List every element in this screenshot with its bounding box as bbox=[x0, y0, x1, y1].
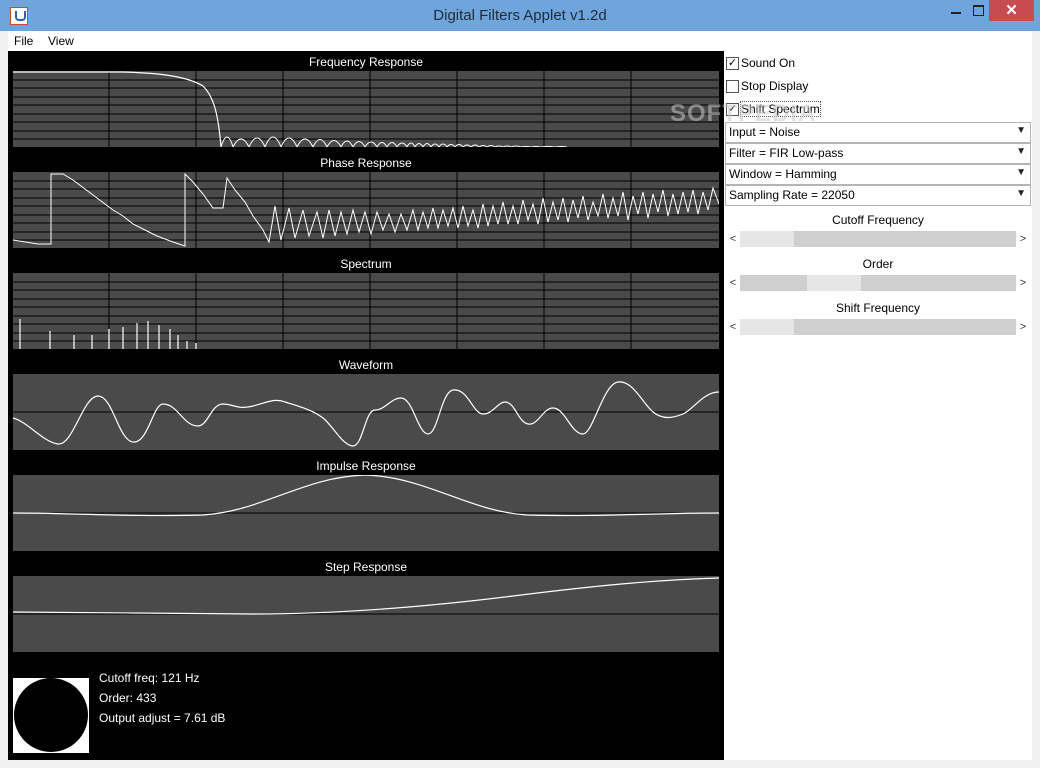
arrow-left-icon[interactable]: < bbox=[726, 319, 740, 335]
chevron-down-icon: ▼ bbox=[1016, 125, 1026, 136]
cutoff-readout: Cutoff freq: 121 Hz bbox=[99, 671, 200, 685]
waveform-graph bbox=[13, 381, 719, 447]
watermark-logo: SOFTPEDIA bbox=[670, 100, 817, 127]
menu-bar: File View bbox=[8, 31, 1032, 51]
step-response-graph bbox=[13, 577, 719, 615]
title-bar[interactable]: Digital Filters Applet v1.2d ✕ bbox=[0, 0, 1040, 31]
arrow-left-icon[interactable]: < bbox=[726, 231, 740, 247]
waveform-plot bbox=[13, 374, 719, 450]
step-response-title: Step Response bbox=[324, 560, 408, 574]
checkbox-checked-icon[interactable]: ✓ bbox=[726, 57, 739, 70]
maximize-button[interactable] bbox=[969, 0, 989, 21]
filter-select-value: Filter = FIR Low-pass bbox=[729, 146, 844, 160]
window-title: Digital Filters Applet v1.2d bbox=[433, 7, 607, 24]
impulse-response-plot bbox=[13, 475, 719, 551]
minimize-button[interactable] bbox=[943, 0, 969, 21]
impulse-response-graph bbox=[13, 475, 719, 517]
sound-on-label: Sound On bbox=[741, 56, 796, 70]
order-label: Order bbox=[862, 257, 894, 271]
lissajous-scope bbox=[13, 678, 89, 753]
output-adjust-readout: Output adjust = 7.61 dB bbox=[99, 711, 226, 725]
plots-panel: Frequency Response Phase Response Spectr… bbox=[8, 51, 724, 760]
maximize-icon bbox=[973, 5, 984, 16]
slider-track[interactable] bbox=[740, 319, 1016, 335]
phase-response-title: Phase Response bbox=[320, 156, 412, 170]
chevron-down-icon: ▼ bbox=[1016, 188, 1026, 199]
filter-select[interactable]: Filter = FIR Low-pass ▼ bbox=[725, 143, 1031, 164]
waveform-title: Waveform bbox=[338, 358, 394, 372]
sampling-rate-select[interactable]: Sampling Rate = 22050 ▼ bbox=[725, 185, 1031, 206]
slider-thumb[interactable] bbox=[740, 319, 794, 335]
menu-file[interactable]: File bbox=[14, 34, 33, 48]
frequency-response-plot bbox=[13, 71, 719, 147]
cutoff-frequency-slider[interactable]: < > bbox=[726, 231, 1030, 247]
arrow-right-icon[interactable]: > bbox=[1016, 319, 1030, 335]
chevron-down-icon: ▼ bbox=[1016, 146, 1026, 157]
sampling-rate-value: Sampling Rate = 22050 bbox=[729, 188, 855, 202]
spectrum-plot bbox=[13, 273, 719, 349]
control-panel: ✓ Sound On Stop Display ✓ Shift Spectrum… bbox=[724, 51, 1032, 760]
chevron-down-icon: ▼ bbox=[1016, 167, 1026, 178]
spectrum-title: Spectrum bbox=[340, 257, 392, 271]
slider-thumb[interactable] bbox=[807, 275, 861, 291]
window-select-value: Window = Hamming bbox=[729, 167, 837, 181]
impulse-response-title: Impulse Response bbox=[316, 459, 416, 473]
frequency-response-title: Frequency Response bbox=[308, 55, 424, 69]
cutoff-frequency-label: Cutoff Frequency bbox=[832, 213, 924, 227]
slider-thumb[interactable] bbox=[740, 231, 794, 247]
order-readout: Order: 433 bbox=[99, 691, 157, 705]
shift-frequency-label: Shift Frequency bbox=[835, 301, 921, 315]
scope-display bbox=[14, 678, 88, 752]
window-select[interactable]: Window = Hamming ▼ bbox=[725, 164, 1031, 185]
app-window: Digital Filters Applet v1.2d ✕ File View… bbox=[0, 0, 1040, 768]
stop-display-label: Stop Display bbox=[741, 79, 809, 93]
close-icon: ✕ bbox=[1005, 2, 1018, 19]
slider-track[interactable] bbox=[740, 231, 1016, 247]
phase-response-graph bbox=[13, 172, 719, 248]
slider-track[interactable] bbox=[740, 275, 1016, 291]
frequency-response-graph bbox=[13, 71, 719, 147]
phase-response-plot bbox=[13, 172, 719, 248]
shift-frequency-slider[interactable]: < > bbox=[726, 319, 1030, 335]
arrow-right-icon[interactable]: > bbox=[1016, 275, 1030, 291]
checkbox-unchecked-icon[interactable] bbox=[726, 80, 739, 93]
order-slider[interactable]: < > bbox=[726, 275, 1030, 291]
arrow-left-icon[interactable]: < bbox=[726, 275, 740, 291]
close-button[interactable]: ✕ bbox=[989, 0, 1034, 21]
arrow-right-icon[interactable]: > bbox=[1016, 231, 1030, 247]
step-response-plot bbox=[13, 576, 719, 652]
menu-view[interactable]: View bbox=[48, 34, 74, 48]
minimize-icon bbox=[951, 12, 961, 14]
spectrum-graph bbox=[13, 273, 719, 349]
